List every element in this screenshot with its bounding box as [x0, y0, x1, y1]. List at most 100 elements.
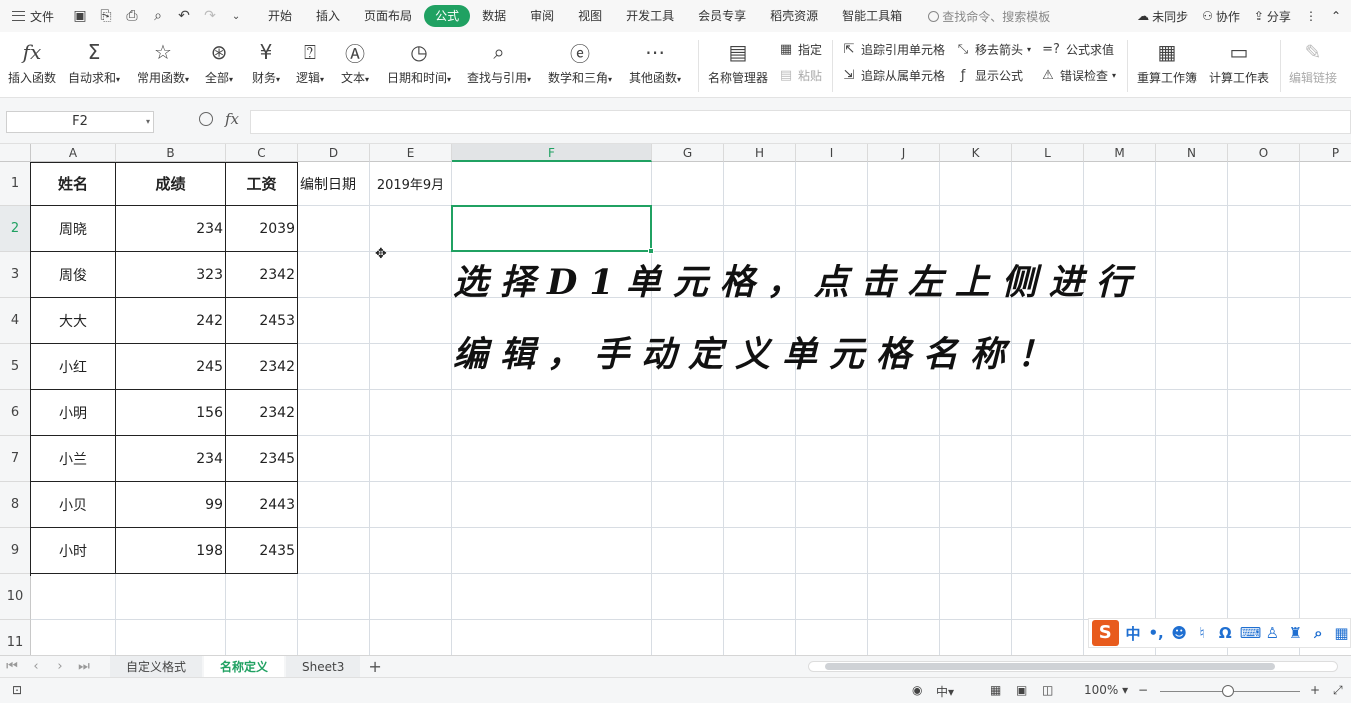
language-toggle[interactable]: 中▾ [936, 683, 954, 700]
tab-data[interactable]: 数据 [470, 5, 518, 27]
cell-e7[interactable] [370, 436, 452, 482]
cell-e6[interactable] [370, 390, 452, 436]
print-preview-icon[interactable]: ⌕ [150, 8, 166, 24]
cell-o1[interactable] [1228, 162, 1300, 206]
normal-view-icon[interactable]: ▦ [990, 683, 1001, 697]
cell-n3[interactable] [1156, 252, 1228, 298]
cell-g8[interactable] [652, 482, 724, 528]
row-header-11[interactable]: 11 [0, 620, 31, 655]
cell-l11[interactable] [1012, 620, 1084, 655]
cell-c3[interactable]: 2342 [226, 252, 298, 298]
cell-e11[interactable] [370, 620, 452, 655]
row-header-9[interactable]: 9 [0, 528, 31, 574]
cell-f10[interactable] [452, 574, 652, 620]
cell-c7[interactable]: 2345 [226, 436, 298, 482]
cell-o8[interactable] [1228, 482, 1300, 528]
cell-f11[interactable] [452, 620, 652, 655]
cell-h6[interactable] [724, 390, 796, 436]
cell-d2[interactable] [298, 206, 370, 252]
tab-page-layout[interactable]: 页面布局 [352, 5, 424, 27]
cell-j6[interactable] [868, 390, 940, 436]
cell-a4[interactable]: 大大 [31, 298, 116, 344]
cell-b5[interactable]: 245 [116, 344, 226, 390]
cell-d5[interactable] [298, 344, 370, 390]
cell-n7[interactable] [1156, 436, 1228, 482]
cell-h10[interactable] [724, 574, 796, 620]
cell-b6[interactable]: 156 [116, 390, 226, 436]
cell-p4[interactable] [1300, 298, 1351, 344]
add-sheet-icon[interactable]: + [368, 657, 381, 676]
column-header-i[interactable]: I [796, 144, 868, 162]
column-header-n[interactable]: N [1156, 144, 1228, 162]
cell-i7[interactable] [796, 436, 868, 482]
cell-k6[interactable] [940, 390, 1012, 436]
tab-smart-toolbox[interactable]: 智能工具箱 [830, 5, 914, 27]
autosum-button[interactable]: Σ 自动求和▾ [68, 38, 120, 86]
cell-d1[interactable]: 编制日期 [298, 162, 370, 206]
cell-i1[interactable] [796, 162, 868, 206]
cell-e4[interactable] [370, 298, 452, 344]
cell-h2[interactable] [724, 206, 796, 252]
menu-icon[interactable]: ▦ [1333, 624, 1350, 642]
zoom-formula-icon[interactable] [199, 112, 213, 126]
financial-button[interactable]: ¥ 财务▾ [252, 38, 280, 86]
cell-m8[interactable] [1084, 482, 1156, 528]
cell-o5[interactable] [1228, 344, 1300, 390]
cell-b3[interactable]: 323 [116, 252, 226, 298]
name-manager-button[interactable]: ▤ 名称管理器 [708, 38, 768, 86]
cell-c11[interactable] [226, 620, 298, 655]
column-header-d[interactable]: D [298, 144, 370, 162]
column-header-m[interactable]: M [1084, 144, 1156, 162]
eye-protection-icon[interactable]: ◉ [912, 683, 922, 697]
cell-o7[interactable] [1228, 436, 1300, 482]
specify-button[interactable]: ▦ 指定 [778, 41, 822, 58]
cell-k7[interactable] [940, 436, 1012, 482]
cell-m1[interactable] [1084, 162, 1156, 206]
cell-b8[interactable]: 99 [116, 482, 226, 528]
customize-dropdown-icon[interactable]: ⌄ [228, 8, 244, 24]
cell-b4[interactable]: 242 [116, 298, 226, 344]
cell-j8[interactable] [868, 482, 940, 528]
tab-insert[interactable]: 插入 [304, 5, 352, 27]
cell-n1[interactable] [1156, 162, 1228, 206]
cell-k8[interactable] [940, 482, 1012, 528]
row-header-10[interactable]: 10 [0, 574, 31, 620]
cell-h11[interactable] [724, 620, 796, 655]
cell-j7[interactable] [868, 436, 940, 482]
insert-function-button[interactable]: fx 插入函数 [8, 38, 56, 86]
cell-p5[interactable] [1300, 344, 1351, 390]
cell-l7[interactable] [1012, 436, 1084, 482]
cell-c9[interactable]: 2435 [226, 528, 298, 574]
cell-c1[interactable]: 工资 [226, 162, 298, 206]
zoom-out-icon[interactable]: − [1138, 683, 1148, 697]
sheet-tab-name-definition[interactable]: 名称定义 [204, 655, 285, 678]
cell-o4[interactable] [1228, 298, 1300, 344]
tab-member[interactable]: 会员专享 [686, 5, 758, 27]
cell-k11[interactable] [940, 620, 1012, 655]
cell-h7[interactable] [724, 436, 796, 482]
row-header-8[interactable]: 8 [0, 482, 31, 528]
cell-j2[interactable] [868, 206, 940, 252]
cell-c2[interactable]: 2039 [226, 206, 298, 252]
page-layout-view-icon[interactable]: ▣ [1016, 683, 1027, 697]
cell-i11[interactable] [796, 620, 868, 655]
cell-a6[interactable]: 小明 [31, 390, 116, 436]
cell-a8[interactable]: 小贝 [31, 482, 116, 528]
cell-m2[interactable] [1084, 206, 1156, 252]
horizontal-scrollbar[interactable] [808, 661, 1338, 672]
zoom-level[interactable]: 100% ▾ [1084, 683, 1128, 697]
collapse-ribbon-icon[interactable]: ⌃ [1331, 9, 1341, 23]
cell-d9[interactable] [298, 528, 370, 574]
file-menu[interactable]: 文件 [0, 8, 62, 25]
row-header-5[interactable]: 5 [0, 344, 31, 390]
cell-a9[interactable]: 小时 [31, 528, 116, 574]
prev-sheet-icon[interactable]: ‹ [24, 659, 48, 674]
cell-b11[interactable] [116, 620, 226, 655]
tab-review[interactable]: 审阅 [518, 5, 566, 27]
cell-d7[interactable] [298, 436, 370, 482]
user-icon[interactable]: ♙ [1264, 624, 1281, 642]
cell-g7[interactable] [652, 436, 724, 482]
cell-i2[interactable] [796, 206, 868, 252]
row-header-1[interactable]: 1 [0, 162, 31, 206]
omega-icon[interactable]: Ω [1217, 624, 1234, 642]
